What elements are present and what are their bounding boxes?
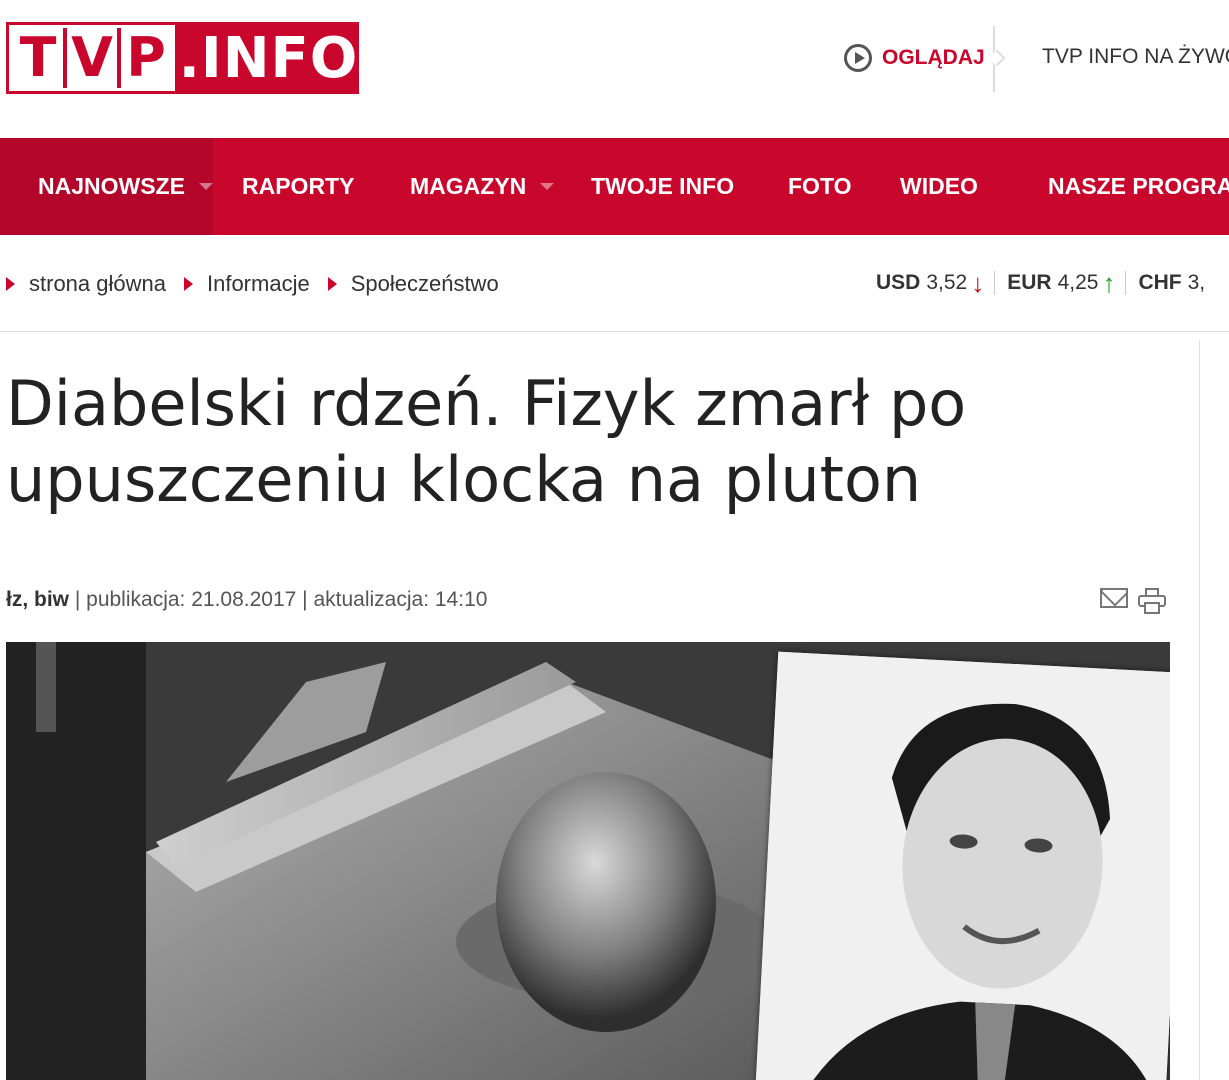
- play-circle-icon: [844, 44, 872, 72]
- main-nav: NAJNOWSZE RAPORTY MAGAZYN TWOJE INFO FOT…: [0, 138, 1229, 235]
- updated-label: aktualizacja:: [313, 588, 430, 611]
- nav-item-magazyn[interactable]: MAGAZYN: [410, 138, 555, 235]
- nav-label: WIDEO: [900, 173, 978, 199]
- updated-time: 14:10: [434, 588, 488, 611]
- site-header: T V P .INFO OGLĄDAJ TVP INFO NA ŻYWO: [0, 0, 1229, 138]
- envelope-icon[interactable]: [1100, 588, 1128, 608]
- published-label: publikacja:: [86, 588, 186, 611]
- nav-item-raporty[interactable]: RAPORTY: [242, 138, 354, 235]
- breadcrumb-item[interactable]: Informacje: [183, 271, 310, 297]
- breadcrumb-label: strona główna: [29, 271, 166, 296]
- currency-value: 4,25: [1057, 271, 1099, 294]
- currency-value: 3,: [1187, 271, 1206, 294]
- nav-label: TWOJE INFO: [591, 173, 735, 199]
- article-title: Diabelski rdzeń. Fizyk zmarł po upuszcze…: [6, 367, 967, 516]
- triangle-right-icon: [6, 277, 15, 291]
- article-tools: [1100, 588, 1166, 614]
- currency-code: USD: [876, 271, 921, 294]
- currency-code: EUR: [1007, 271, 1052, 294]
- arrow-up-icon: ↑: [1102, 268, 1116, 298]
- nav-label: RAPORTY: [242, 173, 355, 199]
- triangle-right-icon: [327, 277, 337, 291]
- meta-separator: |: [302, 588, 314, 611]
- column-divider: [1199, 340, 1200, 1080]
- tvp-info-logo[interactable]: T V P .INFO: [6, 22, 359, 94]
- portrait-illustration: [754, 651, 1170, 1080]
- published-date: 21.08.2017: [191, 588, 297, 611]
- triangle-right-icon: [183, 277, 193, 291]
- rate-eur: EUR 4,25 ↑: [1007, 268, 1127, 298]
- nav-item-wideo[interactable]: WIDEO: [900, 138, 978, 235]
- nav-item-foto[interactable]: FOTO: [788, 138, 851, 235]
- nav-label: MAGAZYN: [410, 173, 527, 199]
- breadcrumb-label: Informacje: [206, 271, 310, 296]
- portrait-photo: [754, 651, 1170, 1080]
- logo-tvp-part: T V P: [6, 22, 178, 94]
- nav-item-nasze-programy[interactable]: NASZE PROGRAMY: [1048, 138, 1229, 235]
- currency-rates: USD 3,52 ↓ EUR 4,25 ↑ CHF 3,: [876, 266, 1215, 300]
- meta-separator: |: [74, 588, 87, 611]
- breadcrumb: strona główna Informacje Społeczeństwo: [6, 268, 517, 300]
- arrow-down-icon: ↓: [971, 268, 985, 298]
- currency-code: CHF: [1138, 271, 1182, 294]
- article-photo: [6, 642, 1170, 1080]
- watch-label: OGLĄDAJ: [882, 46, 985, 69]
- chevron-down-icon: [198, 183, 213, 190]
- watch-link[interactable]: OGLĄDAJ: [844, 40, 985, 76]
- rate-usd: USD 3,52 ↓: [876, 268, 996, 298]
- logo-letter: V: [63, 28, 117, 88]
- nav-item-najnowsze[interactable]: NAJNOWSZE: [0, 138, 213, 235]
- divider: [0, 331, 1229, 332]
- article-meta: łz, biw | publikacja: 21.08.2017 | aktua…: [6, 588, 487, 612]
- nav-label: NASZE PROGRAMY: [1048, 173, 1229, 199]
- nav-label: FOTO: [788, 173, 852, 199]
- logo-letter: P: [117, 28, 171, 88]
- breadcrumb-item[interactable]: Społeczeństwo: [327, 271, 499, 297]
- logo-letter: T: [19, 26, 57, 89]
- rate-chf: CHF 3,: [1138, 271, 1215, 295]
- live-link[interactable]: TVP INFO NA ŻYWO: [1042, 45, 1229, 69]
- logo-info-part: .INFO: [178, 22, 359, 94]
- logo-info-text: .INFO: [178, 25, 359, 91]
- nav-item-twoje-info[interactable]: TWOJE INFO: [591, 138, 734, 235]
- printer-icon[interactable]: [1138, 588, 1166, 614]
- currency-value: 3,52: [926, 271, 968, 294]
- chevron-down-icon: [540, 183, 555, 190]
- nav-label: NAJNOWSZE: [38, 173, 185, 199]
- breadcrumb-item[interactable]: strona główna: [6, 271, 166, 297]
- breadcrumb-label: Społeczeństwo: [350, 271, 499, 296]
- article-authors: łz, biw: [6, 588, 69, 611]
- header-divider: [993, 26, 995, 92]
